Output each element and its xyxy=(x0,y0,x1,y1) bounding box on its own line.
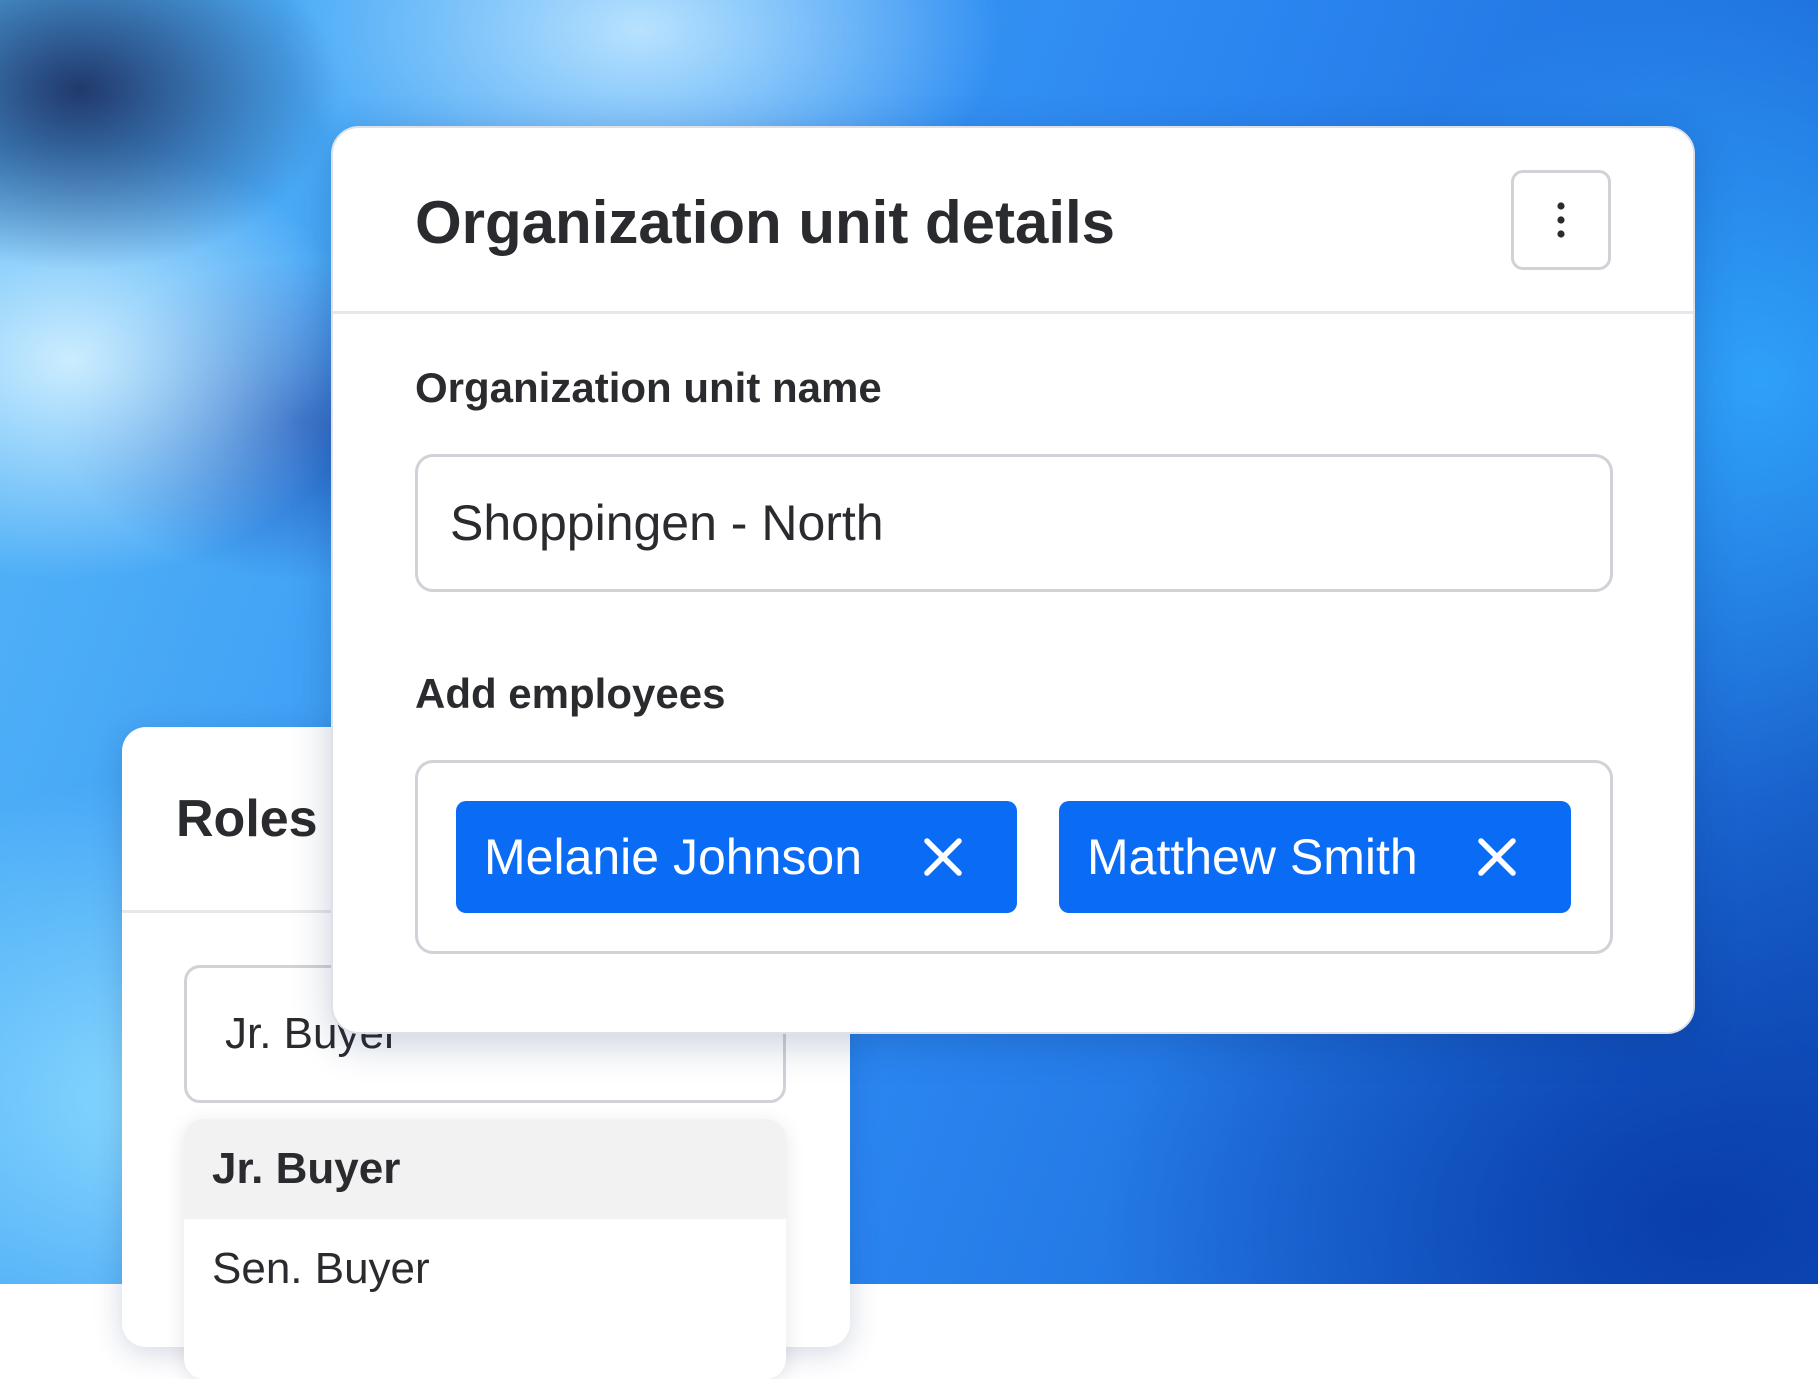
more-options-button[interactable] xyxy=(1511,170,1611,270)
close-icon xyxy=(924,838,962,876)
employee-chip-label: Matthew Smith xyxy=(1087,829,1418,885)
roles-title: Roles xyxy=(176,789,318,848)
roles-dropdown: Jr. Buyer Sen. Buyer xyxy=(184,1119,786,1379)
employee-chip-label: Melanie Johnson xyxy=(484,829,863,885)
employee-chip[interactable]: Melanie Johnson xyxy=(456,801,1017,913)
employee-chip[interactable]: Matthew Smith xyxy=(1059,801,1571,913)
unit-name-label: Organization unit name xyxy=(415,364,882,411)
page-title: Organization unit details xyxy=(415,189,1116,256)
card-header: Organization unit details xyxy=(333,128,1693,314)
add-employees-label: Add employees xyxy=(415,670,726,717)
organization-unit-card: Organization unit details Organization u… xyxy=(331,126,1695,1034)
remove-employee-button[interactable] xyxy=(903,817,983,897)
remove-employee-button[interactable] xyxy=(1457,817,1537,897)
vertical-ellipsis-icon xyxy=(1557,202,1565,238)
close-icon xyxy=(1478,838,1516,876)
roles-option-label: Jr. Buyer xyxy=(212,1144,401,1193)
employees-input[interactable]: Melanie Johnson Matthew Smith xyxy=(415,760,1613,954)
roles-option-jr-buyer[interactable]: Jr. Buyer xyxy=(184,1119,786,1219)
roles-option-sen-buyer[interactable]: Sen. Buyer xyxy=(184,1219,786,1319)
roles-option-label: Sen. Buyer xyxy=(212,1244,430,1293)
unit-name-input[interactable] xyxy=(415,454,1613,592)
